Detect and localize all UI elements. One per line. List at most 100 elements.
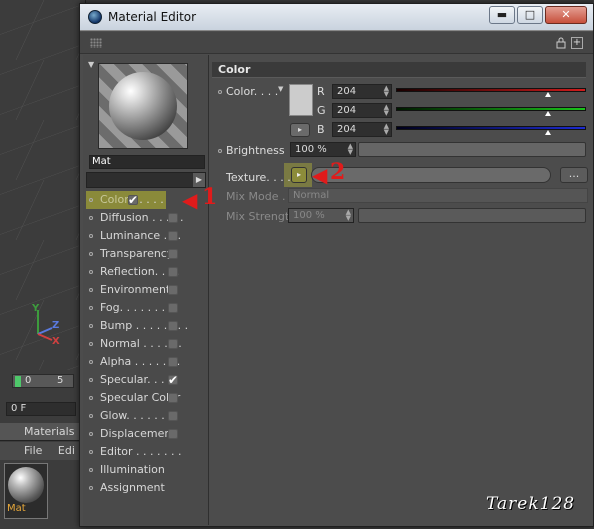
- color-picker-button[interactable]: ▸: [290, 123, 310, 137]
- channel-checkbox[interactable]: [168, 357, 178, 367]
- brightness-label: Brightness: [218, 144, 285, 157]
- menu-edit[interactable]: Edi: [46, 444, 75, 457]
- b-value-field[interactable]: 204 ▲ ▼: [332, 122, 392, 137]
- minimize-button[interactable]: ▬: [489, 6, 515, 24]
- grip-icon[interactable]: [90, 38, 102, 48]
- channel-checkbox[interactable]: [168, 429, 178, 439]
- animation-dot-icon[interactable]: [218, 90, 222, 94]
- channel-dots: . . . . .: [148, 211, 184, 224]
- channel-checkbox[interactable]: [168, 339, 178, 349]
- material-preview[interactable]: [98, 63, 188, 149]
- channel-item[interactable]: Specular. . . . .: [86, 371, 206, 389]
- g-value-field[interactable]: 204 ▲ ▼: [332, 103, 392, 118]
- toolbar-strip: +: [80, 32, 593, 54]
- window-title: Material Editor: [108, 10, 197, 24]
- mix-strength-label: Mix Strength: [226, 210, 297, 223]
- channel-item[interactable]: Displacement: [86, 425, 206, 443]
- channel-dot-icon: [89, 468, 93, 472]
- 3d-viewport[interactable]: Y Z X: [0, 0, 86, 370]
- animation-dot-icon[interactable]: [218, 149, 222, 153]
- r-value: 204: [337, 86, 357, 97]
- channel-item[interactable]: Fog. . . . . . . .: [86, 299, 206, 317]
- maximize-button[interactable]: □: [517, 6, 543, 24]
- channel-checkbox[interactable]: [168, 411, 178, 421]
- r-label: R: [317, 85, 325, 98]
- g-slider-handle[interactable]: [545, 111, 551, 116]
- channel-label: Alpha: [100, 355, 132, 368]
- channel-checkbox[interactable]: [168, 231, 178, 241]
- texture-field[interactable]: [311, 167, 551, 183]
- b-slider[interactable]: [396, 126, 586, 135]
- lock-icon[interactable]: [555, 37, 567, 49]
- channel-item[interactable]: Normal . . . . . .: [86, 335, 206, 353]
- channel-checkbox[interactable]: [168, 285, 178, 295]
- r-slider-handle[interactable]: [545, 92, 551, 97]
- mix-mode-select[interactable]: Normal: [288, 188, 588, 203]
- channel-checkbox[interactable]: [168, 393, 178, 403]
- new-window-icon[interactable]: +: [571, 37, 583, 49]
- material-thumbnail[interactable]: Mat: [4, 463, 48, 519]
- channel-item[interactable]: Luminance . . .: [86, 227, 206, 245]
- channel-item[interactable]: Alpha . . . . . . .: [86, 353, 206, 371]
- g-label: G: [317, 104, 326, 117]
- preview-menu-icon[interactable]: ▼: [88, 60, 94, 69]
- axis-y-label: Y: [32, 303, 40, 314]
- texture-browse-button[interactable]: ...: [560, 167, 588, 183]
- b-slider-handle[interactable]: [545, 130, 551, 135]
- channel-checkbox[interactable]: [168, 303, 178, 313]
- channel-dot-icon: [89, 432, 93, 436]
- b-value: 204: [337, 124, 357, 135]
- channel-label: Glow: [100, 409, 127, 422]
- material-dropdown[interactable]: ▶: [86, 172, 206, 188]
- close-button[interactable]: ✕: [545, 6, 587, 24]
- annotation-arrow-2: ◀: [312, 163, 328, 187]
- channel-label: Normal: [100, 337, 140, 350]
- channel-dot-icon: [89, 270, 93, 274]
- channel-checkbox[interactable]: [168, 371, 178, 389]
- channel-item[interactable]: Assignment: [86, 479, 206, 497]
- channel-label: Illumination: [100, 463, 165, 476]
- channel-dot-icon: [89, 414, 93, 418]
- color-dropdown-icon[interactable]: ▼: [278, 85, 283, 93]
- channel-item[interactable]: Reflection. . . .: [86, 263, 206, 281]
- channel-checkbox[interactable]: [168, 249, 178, 259]
- timeline-slider[interactable]: 0 5: [12, 374, 74, 388]
- brightness-slider[interactable]: [358, 142, 586, 157]
- channel-item[interactable]: Color . . . . . .: [86, 191, 166, 224]
- color-label: Color. . . .: [218, 85, 278, 98]
- channel-item[interactable]: Transparency: [86, 245, 206, 263]
- channel-item[interactable]: Environment: [86, 281, 206, 299]
- timeline-marker[interactable]: [15, 376, 21, 387]
- channel-checkbox[interactable]: [168, 321, 178, 331]
- timeline-start: 0: [25, 375, 32, 386]
- material-name-field[interactable]: Mat: [89, 155, 205, 169]
- channel-checkbox[interactable]: [128, 191, 138, 209]
- texture-button[interactable]: ▸: [291, 167, 307, 183]
- channel-dot-icon: [89, 288, 93, 292]
- channel-item[interactable]: Illumination: [86, 461, 206, 479]
- r-value-field[interactable]: 204 ▲ ▼: [332, 84, 392, 99]
- channel-checkbox[interactable]: [168, 267, 178, 277]
- menu-file[interactable]: File: [6, 444, 42, 457]
- mix-strength-field[interactable]: 100 % ▲ ▼: [288, 208, 354, 223]
- frame-field[interactable]: 0 F: [6, 402, 76, 416]
- channel-checkbox[interactable]: [168, 213, 178, 223]
- channel-item[interactable]: Bump . . . . . . . .: [86, 317, 206, 335]
- axis-z-label: Z: [52, 320, 60, 331]
- channel-label: Color: [100, 193, 129, 206]
- channel-item[interactable]: Glow. . . . . . . .: [86, 407, 206, 425]
- r-slider[interactable]: [396, 88, 586, 97]
- g-slider[interactable]: [396, 107, 586, 116]
- axis-x-label: X: [52, 336, 60, 347]
- title-bar[interactable]: Material Editor ▬ □ ✕: [80, 4, 593, 31]
- mix-strength-slider[interactable]: [358, 208, 586, 223]
- materials-tab[interactable]: Materials: [0, 423, 86, 441]
- channel-label: Luminance: [100, 229, 161, 242]
- channel-label: Editor: [100, 445, 133, 458]
- texture-label: Texture. . . .: [226, 171, 291, 184]
- channel-item[interactable]: Editor . . . . . . .: [86, 443, 206, 461]
- color-label-text: Color. . . .: [226, 85, 279, 98]
- color-swatch[interactable]: [289, 84, 313, 116]
- channel-item[interactable]: Specular Color: [86, 389, 206, 407]
- brightness-field[interactable]: 100 % ▲ ▼: [290, 142, 356, 157]
